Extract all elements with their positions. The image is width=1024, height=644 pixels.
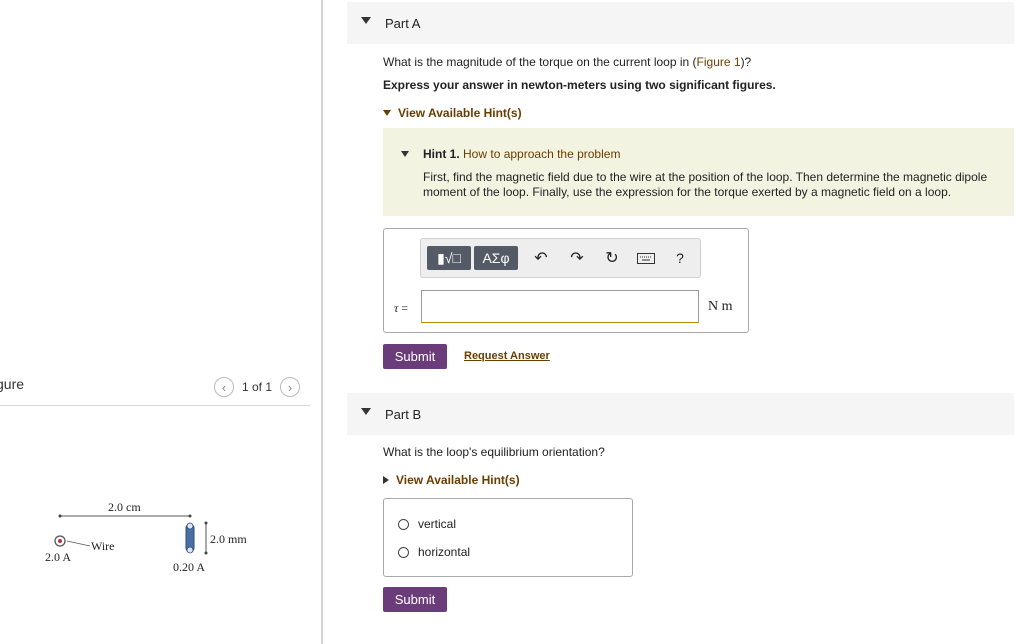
radio-button[interactable] [398,546,409,558]
dimension-endpoint [58,514,62,518]
part-a-submit-button[interactable]: Submit [383,344,447,369]
hint-title: How to approach the problem [463,147,621,161]
answer-label: τ = [394,301,408,316]
chevron-left-icon: ‹ [221,379,227,395]
keyboard-icon[interactable] [635,247,657,269]
part-b-header[interactable]: Part B [347,393,1014,435]
loop-height-label: 2.0 mm [210,532,247,546]
figure-pagination: ‹ 1 of 1 › [214,377,301,397]
loop-bottom-marker [186,546,194,554]
math-toolbar: ▮√□ AΣφ ↶ ↷ ↻ ? [420,238,701,278]
prev-figure-button[interactable]: ‹ [214,377,234,397]
part-b-question: What is the loop's equilibrium orientati… [383,445,605,459]
part-a-instruction: Express your answer in newton-meters usi… [383,78,776,92]
radio-button[interactable] [398,518,409,530]
part-b-title: Part B [385,407,422,422]
hints-toggle-label: View Available Hint(s) [396,473,520,487]
collapse-triangle-icon[interactable] [401,151,409,157]
width-label: 2.0 cm [108,500,141,514]
collapse-triangle-icon [361,408,371,415]
part-b-submit-button[interactable]: Submit [383,587,447,612]
answer-editor: ▮√□ AΣφ ↶ ↷ ↻ ? τ = N m [383,228,749,333]
figure-divider [0,405,310,406]
dimension-endpoint [204,521,208,525]
part-a-title: Part A [385,16,421,31]
orientation-options: vertical horizontal [383,498,633,577]
undo-icon[interactable]: ↶ [530,247,552,269]
figure-title: gure [0,376,25,392]
equals-sign: = [398,301,409,315]
hint-panel: Hint 1. How to approach the problem Firs… [383,128,1014,216]
expand-triangle-icon [383,110,391,116]
request-answer-link[interactable]: Request Answer [464,350,550,362]
figure-link[interactable]: Figure 1 [697,55,741,69]
hint-header[interactable]: Hint 1. How to approach the problem [423,147,620,161]
chevron-right-icon: › [287,379,293,395]
reset-icon[interactable]: ↻ [601,247,623,269]
part-b-hints-toggle[interactable]: View Available Hint(s) [383,473,520,487]
hints-toggle-label: View Available Hint(s) [398,106,522,120]
template-button[interactable]: ▮√□ [427,246,471,270]
wire-current-dot [58,539,62,543]
collapse-triangle-icon [361,17,371,24]
figure-diagram: 2.0 cm Wire 2.0 A 2.0 mm 0.20 A [45,500,247,574]
part-a-question: What is the magnitude of the torque on t… [383,55,751,69]
next-figure-button[interactable]: › [280,377,301,397]
dimension-endpoint [204,551,208,555]
wire-label: Wire [91,539,115,553]
option-horizontal[interactable]: horizontal [398,545,470,559]
loop-top-marker [186,522,194,530]
greek-symbols-button[interactable]: AΣφ [474,246,518,270]
figure-page-indicator: 1 of 1 [242,380,273,394]
part-a-header[interactable]: Part A [347,2,1014,44]
loop-current-label: 0.20 A [173,560,205,574]
question-text: What is the magnitude of the torque on t… [383,55,697,69]
option-label: vertical [418,517,457,531]
hint-body: First, find the magnetic field due to th… [423,170,988,199]
redo-icon[interactable]: ↷ [566,247,588,269]
option-vertical[interactable]: vertical [398,517,456,531]
option-label: horizontal [418,545,471,559]
panel-divider [321,0,323,644]
wire-current-label: 2.0 A [45,550,71,564]
part-a-hints-toggle[interactable]: View Available Hint(s) [383,106,522,120]
answer-unit: N m [708,299,733,314]
hint-number: Hint 1. [423,147,460,161]
expand-triangle-icon [383,476,389,484]
wire-leader-line [66,540,91,547]
torque-answer-input[interactable] [421,290,699,323]
help-button[interactable]: ? [669,247,691,269]
dimension-endpoint [188,514,192,518]
question-text-end: )? [740,55,752,69]
